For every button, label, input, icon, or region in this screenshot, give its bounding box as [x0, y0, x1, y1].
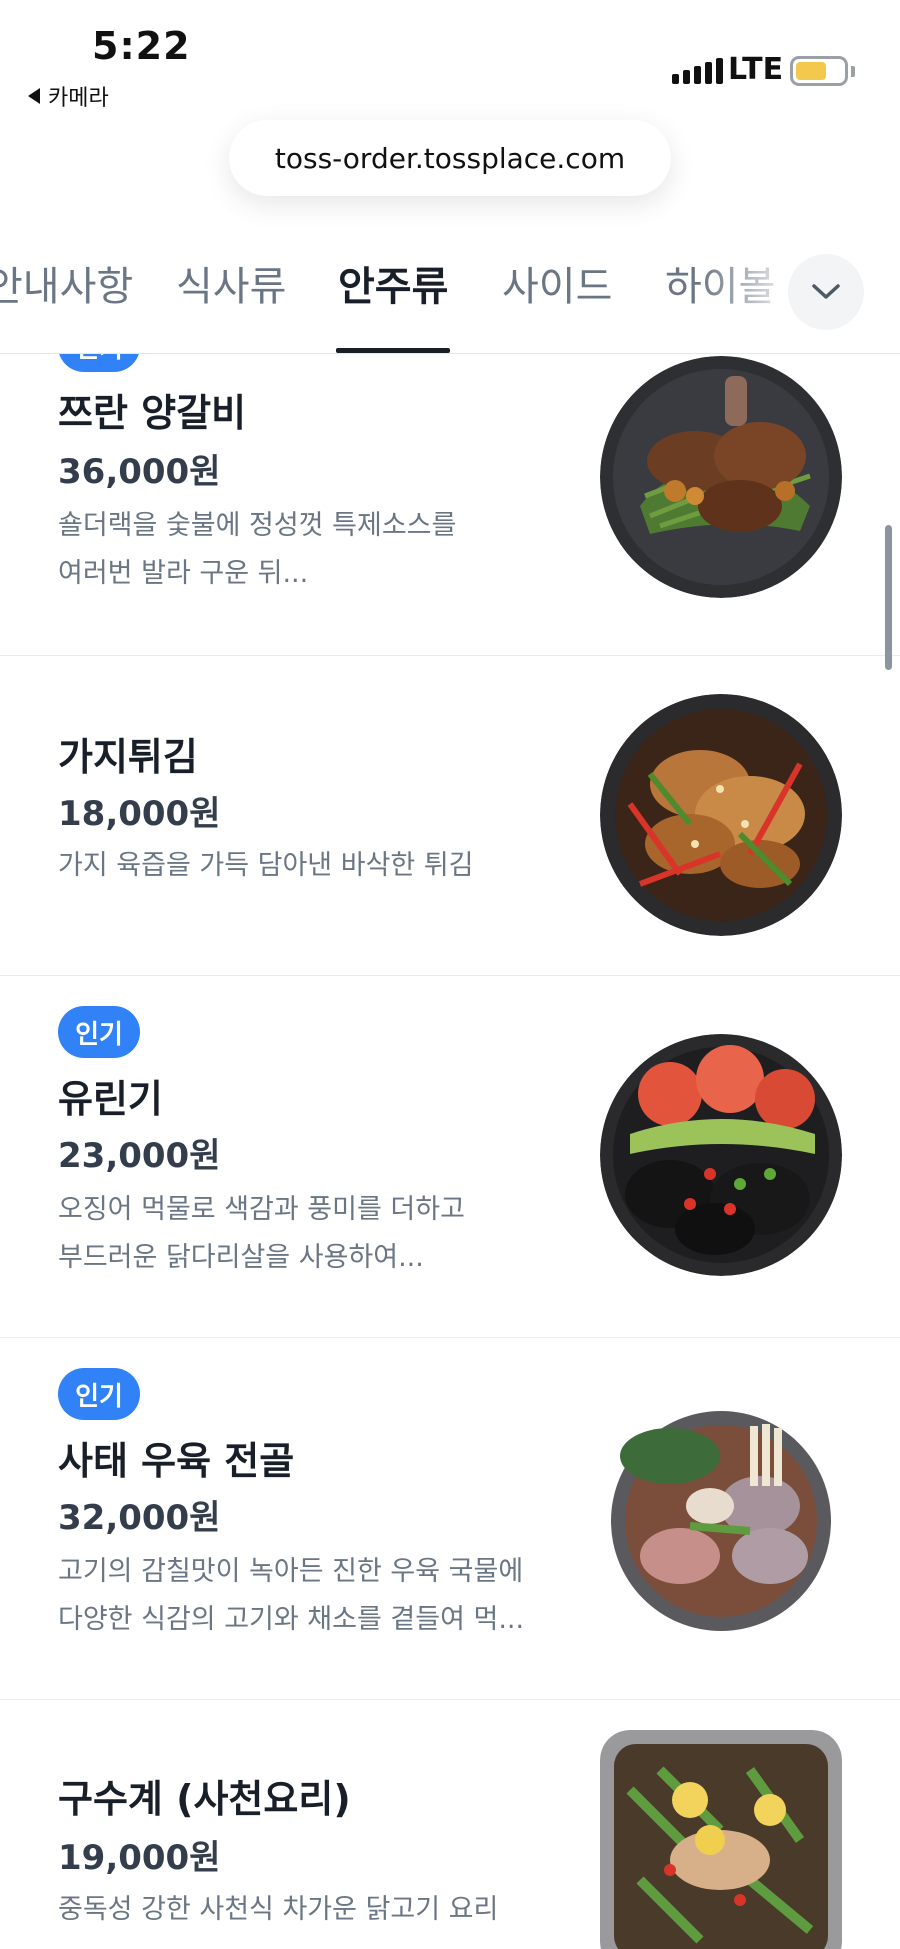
clock: 5:22	[92, 24, 191, 68]
menu-item-price: 23,000원	[58, 1136, 221, 1176]
more-categories-button[interactable]	[788, 254, 864, 330]
menu-item-name: 구수계 (사천요리)	[58, 1777, 351, 1821]
eggplant-fry-image	[600, 694, 842, 936]
menu-item-name: 쯔란 양갈비	[58, 391, 247, 435]
menu-item-price: 18,000원	[58, 794, 221, 834]
tab-meals[interactable]: 식사류	[176, 254, 286, 312]
menu-item-photo[interactable]	[600, 1730, 842, 1949]
back-to-app-button[interactable]: 카메라	[28, 80, 109, 112]
beef-hotpot-image	[600, 1396, 842, 1638]
menu-item-name: 사태 우육 전골	[58, 1439, 295, 1483]
menu-item[interactable]: 가지튀김 18,000원 가지 육즙을 가득 담아낸 바삭한 튀김	[0, 656, 900, 976]
tab-sides[interactable]: 사이드	[502, 254, 612, 312]
menu-list: 인기 쯔란 양갈비 36,000원 숄더랙을 숯불에 정성껏 특제소스를 여러번…	[0, 354, 900, 1949]
tabs-fade-overlay	[700, 232, 800, 352]
popular-badge: 인기	[58, 1006, 140, 1058]
menu-item-description: 오징어 먹물로 색감과 풍미를 더하고 부드러운 닭다리살을 사용하여...	[58, 1194, 465, 1273]
menu-item[interactable]: 인기 유린기 23,000원 오징어 먹물로 색감과 풍미를 더하고 부드러운 …	[0, 976, 900, 1338]
menu-item-description: 중독성 강한 사천식 차가운 닭고기 요리	[58, 1894, 499, 1925]
menu-item-name: 가지튀김	[58, 735, 198, 779]
network-type: LTE	[728, 52, 784, 87]
gusugye-image	[600, 1730, 842, 1949]
menu-item-price: 32,000원	[58, 1498, 221, 1538]
battery-cap	[851, 66, 855, 77]
menu-item[interactable]: 인기 사태 우육 전골 32,000원 고기의 감칠맛이 녹아든 진한 우육 국…	[0, 1338, 900, 1700]
battery-level	[796, 62, 827, 80]
menu-item-description: 고기의 감칠맛이 녹아든 진한 우육 국물에 다양한 식감의 고기와 채소를 곁…	[58, 1556, 525, 1635]
url-text: toss-order.tossplace.com	[274, 141, 626, 175]
menu-item-price: 19,000원	[58, 1838, 221, 1878]
battery-icon	[790, 56, 848, 86]
tab-snacks[interactable]: 안주류	[338, 254, 448, 312]
menu-item-photo[interactable]	[600, 1396, 842, 1638]
lamb-ribs-image	[600, 356, 842, 598]
scrollbar[interactable]	[885, 525, 892, 670]
menu-item-price: 36,000원	[58, 452, 221, 492]
menu-item[interactable]: 인기 쯔란 양갈비 36,000원 숄더랙을 숯불에 정성껏 특제소스를 여러번…	[0, 354, 900, 656]
signal-strength-icon	[672, 58, 723, 84]
back-arrow-icon	[28, 88, 40, 104]
yuringi-image	[600, 1034, 842, 1276]
chevron-down-icon	[812, 284, 840, 299]
menu-item-photo[interactable]	[600, 356, 842, 598]
menu-item-photo[interactable]	[600, 694, 842, 936]
status-bar: 5:22 카메라 LTE	[0, 0, 900, 112]
url-bar[interactable]: toss-order.tossplace.com	[229, 120, 671, 196]
menu-item-description: 가지 육즙을 가득 담아낸 바삭한 튀김	[58, 850, 474, 881]
popular-badge: 인기	[58, 1368, 140, 1420]
category-tabs: 안내사항 식사류 안주류 사이드 하이볼	[0, 232, 900, 354]
back-app-label: 카메라	[48, 86, 109, 111]
popular-badge: 인기	[58, 354, 140, 372]
menu-item-name: 유린기	[58, 1077, 163, 1121]
menu-item[interactable]: 구수계 (사천요리) 19,000원 중독성 강한 사천식 차가운 닭고기 요리	[0, 1700, 900, 1949]
active-tab-indicator	[336, 348, 450, 353]
menu-item-description: 숄더랙을 숯불에 정성껏 특제소스를 여러번 발라 구운 뒤...	[58, 510, 457, 589]
menu-item-photo[interactable]	[600, 1034, 842, 1276]
tab-notice[interactable]: 안내사항	[0, 254, 133, 312]
